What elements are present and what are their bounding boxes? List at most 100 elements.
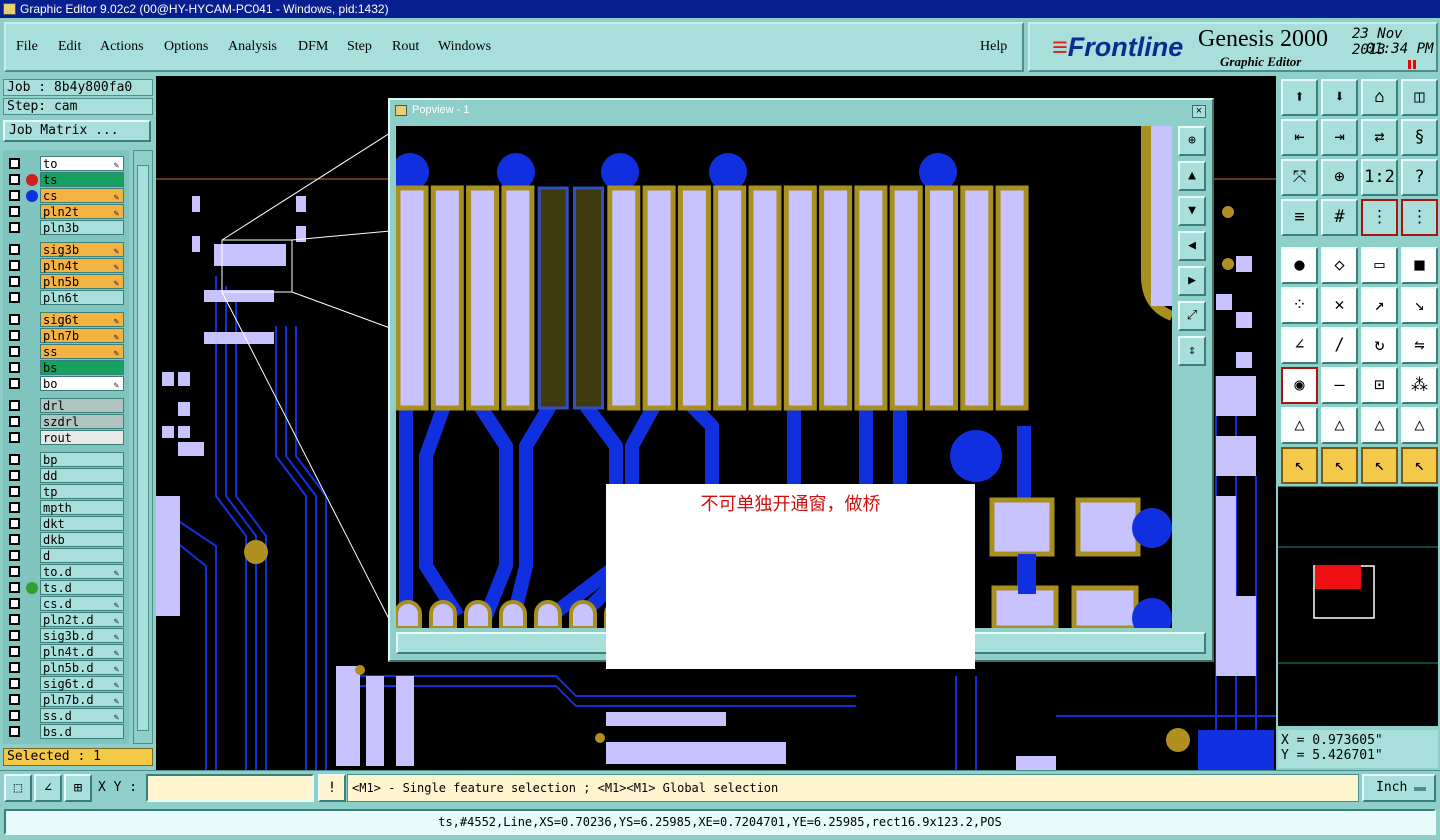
job-matrix-button[interactable]: Job Matrix ... bbox=[3, 120, 151, 142]
layer-row-pln2t-d[interactable]: pln2t.d ✎ bbox=[3, 612, 129, 628]
alert-button[interactable]: ! bbox=[318, 774, 346, 802]
layer-name[interactable]: pln5b ✎ bbox=[40, 274, 124, 289]
pan-down-icon[interactable]: ▼ bbox=[1178, 196, 1206, 226]
angle-snap-icon[interactable]: ∠ bbox=[34, 774, 62, 802]
grid-icon[interactable]: # bbox=[1321, 199, 1358, 236]
layer-row-szdrl[interactable]: szdrl bbox=[3, 414, 129, 430]
layer-checkbox[interactable] bbox=[9, 534, 20, 545]
select-3-icon[interactable]: ↖ bbox=[1361, 447, 1398, 484]
menu-step[interactable]: Step bbox=[347, 39, 372, 55]
sliders-icon[interactable]: ≡ bbox=[1281, 199, 1318, 236]
layer-row-sig3b[interactable]: sig3b ✎ bbox=[3, 242, 129, 258]
layer-name[interactable]: sig3b.d ✎ bbox=[40, 628, 124, 643]
layer-name[interactable]: drl bbox=[40, 398, 124, 413]
layer-row-pln4t[interactable]: pln4t ✎ bbox=[3, 258, 129, 274]
ruler-icon[interactable]: ▭ bbox=[1361, 247, 1398, 284]
measure-icon[interactable]: ⊡ bbox=[1361, 367, 1398, 404]
layer-name[interactable]: pln2t.d ✎ bbox=[40, 612, 124, 627]
layer-checkbox[interactable] bbox=[9, 662, 20, 673]
layer-checkbox[interactable] bbox=[9, 710, 20, 721]
layer-checkbox[interactable] bbox=[9, 646, 20, 657]
layer-name[interactable]: ts.d bbox=[40, 580, 124, 595]
layer-checkbox[interactable] bbox=[9, 400, 20, 411]
layer-name[interactable]: sig6t ✎ bbox=[40, 312, 124, 327]
layer-checkbox[interactable] bbox=[9, 598, 20, 609]
layer-checkbox[interactable] bbox=[9, 330, 20, 341]
layer-row-pln7b[interactable]: pln7b ✎ bbox=[3, 328, 129, 344]
fit-icon[interactable]: ⤢ bbox=[1178, 301, 1206, 331]
layer-checkbox[interactable] bbox=[9, 678, 20, 689]
layer-checkbox[interactable] bbox=[9, 470, 20, 481]
layer-checkbox[interactable] bbox=[9, 432, 20, 443]
layer-row-ts-d[interactable]: ts.d bbox=[3, 580, 129, 596]
layer-checkbox[interactable] bbox=[9, 314, 20, 325]
triangle-2-icon[interactable]: △ bbox=[1321, 407, 1358, 444]
layer-row-drl[interactable]: drl bbox=[3, 398, 129, 414]
layer-name[interactable]: dd bbox=[40, 468, 124, 483]
layer-name[interactable]: ts bbox=[40, 172, 124, 187]
layer-name[interactable]: cs.d ✎ bbox=[40, 596, 124, 611]
rotate-icon[interactable]: ↻ bbox=[1361, 327, 1398, 364]
pan-right-icon[interactable]: ▶ bbox=[1178, 266, 1206, 296]
layer-row-pln4t-d[interactable]: pln4t.d ✎ bbox=[3, 644, 129, 660]
layer-row-bp[interactable]: bp bbox=[3, 452, 129, 468]
layer-checkbox[interactable] bbox=[9, 518, 20, 529]
layer-checkbox[interactable] bbox=[9, 486, 20, 497]
layer-row-to-d[interactable]: to.d ✎ bbox=[3, 564, 129, 580]
layer-checkbox[interactable] bbox=[9, 550, 20, 561]
layer-checkbox[interactable] bbox=[9, 416, 20, 427]
select-4-icon[interactable]: ↖ bbox=[1401, 447, 1438, 484]
pan-up-icon[interactable]: ▲ bbox=[1178, 161, 1206, 191]
layer-name[interactable]: pln4t ✎ bbox=[40, 258, 124, 273]
menu-help[interactable]: Help bbox=[980, 39, 1007, 55]
layer-checkbox[interactable] bbox=[9, 502, 20, 513]
layer-name[interactable]: to.d ✎ bbox=[40, 564, 124, 579]
layer-name[interactable]: szdrl bbox=[40, 414, 124, 429]
layer-row-bs-d[interactable]: bs.d bbox=[3, 724, 129, 740]
fit-icon[interactable]: ⤧ bbox=[1281, 159, 1318, 196]
layer-checkbox[interactable] bbox=[9, 362, 20, 373]
menu-rout[interactable]: Rout bbox=[392, 39, 419, 55]
layer-row-d[interactable]: d bbox=[3, 548, 129, 564]
layer-name[interactable]: bs bbox=[40, 360, 124, 375]
bar-icon[interactable]: — bbox=[1321, 367, 1358, 404]
cluster-icon[interactable]: ⁂ bbox=[1401, 367, 1438, 404]
dot-box-icon[interactable]: ■ bbox=[1401, 247, 1438, 284]
close-icon[interactable]: × bbox=[1192, 105, 1206, 118]
layer-checkbox[interactable] bbox=[9, 222, 20, 233]
layer-checkbox[interactable] bbox=[9, 726, 20, 737]
layer-checkbox[interactable] bbox=[9, 694, 20, 705]
xy-input[interactable] bbox=[146, 774, 314, 802]
layer-checkbox[interactable] bbox=[9, 582, 20, 593]
layer-row-dkb[interactable]: dkb bbox=[3, 532, 129, 548]
layer-row-pln5b-d[interactable]: pln5b.d ✎ bbox=[3, 660, 129, 676]
snake-icon[interactable]: § bbox=[1401, 119, 1438, 156]
layer-name[interactable]: dkb bbox=[40, 532, 124, 547]
cross-icon[interactable]: ✕ bbox=[1321, 287, 1358, 324]
pan-left-icon[interactable]: ◀ bbox=[1178, 231, 1206, 261]
layer-row-bo[interactable]: bo ✎ bbox=[3, 376, 129, 392]
layer-row-ss[interactable]: ss ✎ bbox=[3, 344, 129, 360]
right-arrow-icon[interactable]: ⇥ bbox=[1321, 119, 1358, 156]
pad-red-icon[interactable]: ◉ bbox=[1281, 367, 1318, 404]
menu-edit[interactable]: Edit bbox=[58, 39, 81, 55]
layer-checkbox[interactable] bbox=[9, 454, 20, 465]
layer-checkbox[interactable] bbox=[9, 260, 20, 271]
swap-icon[interactable]: ⇄ bbox=[1361, 119, 1398, 156]
layer-name[interactable]: pln4t.d ✎ bbox=[40, 644, 124, 659]
layer-row-sig3b-d[interactable]: sig3b.d ✎ bbox=[3, 628, 129, 644]
window-icon[interactable]: ◫ bbox=[1401, 79, 1438, 116]
layer-name[interactable]: pln7b.d ✎ bbox=[40, 692, 124, 707]
layers-red-2-icon[interactable]: ⋮ bbox=[1401, 199, 1438, 236]
angle-icon[interactable]: ∠ bbox=[1281, 327, 1318, 364]
layer-row-tp[interactable]: tp bbox=[3, 484, 129, 500]
nodes-icon[interactable]: ⁘ bbox=[1281, 287, 1318, 324]
layer-name[interactable]: mpth bbox=[40, 500, 124, 515]
layer-row-pln3b[interactable]: pln3b bbox=[3, 220, 129, 236]
mini-map[interactable] bbox=[1278, 486, 1438, 726]
layer-row-dd[interactable]: dd bbox=[3, 468, 129, 484]
menu-options[interactable]: Options bbox=[164, 39, 208, 55]
layer-row-bs[interactable]: bs bbox=[3, 360, 129, 376]
layer-row-ss-d[interactable]: ss.d ✎ bbox=[3, 708, 129, 724]
menu-windows[interactable]: Windows bbox=[438, 39, 491, 55]
